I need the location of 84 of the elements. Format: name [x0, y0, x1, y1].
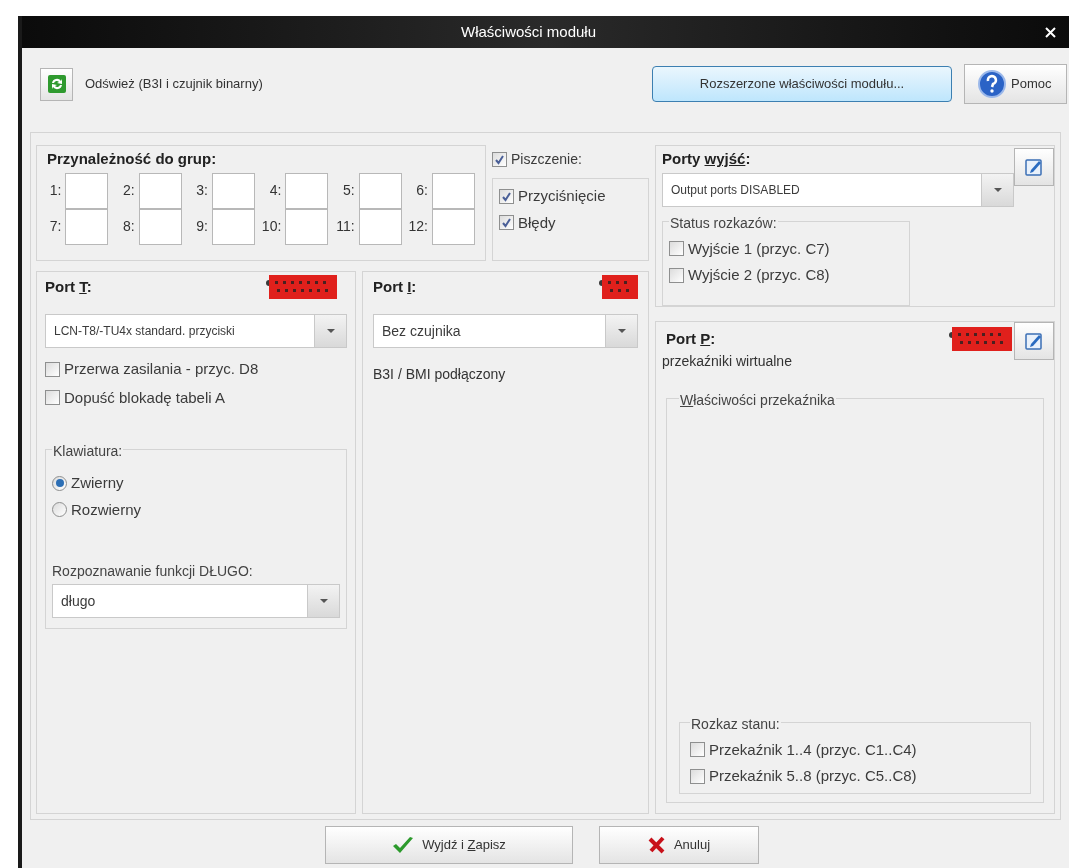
checkmark-icon [501, 190, 512, 202]
group-number-label: 4: [269, 181, 282, 200]
output-ports-title: Porty wyjść: [662, 149, 752, 169]
cancel-button[interactable]: Anuluj [599, 826, 759, 864]
dropdown-arrow-icon [993, 187, 1002, 192]
refresh-label: Odśwież (B3I i czujnik binarny) [85, 75, 263, 94]
checkbox[interactable] [690, 768, 705, 784]
checkbox[interactable] [45, 361, 60, 377]
checkbox-label: Przekaźnik 5..8 (przyc. C5..C8) [709, 766, 917, 786]
group-number-label: 10: [261, 217, 282, 236]
checkbox-label: Przyciśnięcie [518, 186, 606, 206]
cross-icon [647, 836, 666, 854]
group-number-field[interactable] [138, 172, 182, 209]
notepad-pencil-icon [1024, 157, 1044, 177]
group-number-field[interactable] [432, 172, 475, 209]
group-number-field[interactable] [432, 208, 475, 245]
port-title: Port P: [666, 329, 717, 349]
dropdown-arrow-icon [319, 599, 328, 603]
group-number-label: 5: [342, 181, 355, 200]
close-icon [1044, 26, 1056, 38]
circuit-board-icon [265, 274, 337, 300]
checkbox-label: Wyjście 2 (przyc. C8) [688, 265, 830, 285]
group-number-field[interactable] [285, 172, 329, 209]
extended-properties-button[interactable]: Rozszerzone właściwości modułu... [652, 66, 952, 102]
group-number-label: 7: [49, 217, 62, 236]
checkbox-label: Piszczenie: [511, 150, 582, 169]
circuit-board-icon [948, 326, 1012, 352]
checkbox[interactable] [499, 215, 514, 231]
group-number-field[interactable] [285, 208, 329, 245]
save-and-exit-button[interactable]: Wyjdź i Zapisz [325, 826, 573, 864]
dropdown-arrow-icon [617, 329, 626, 333]
checkmark-icon [501, 217, 512, 229]
long-press-label: Rozpoznawanie funkcji DŁUGO: [52, 562, 254, 581]
radio-label: Zwierny [71, 473, 124, 493]
group-number-field[interactable] [358, 172, 402, 209]
radio-label: Rozwierny [71, 499, 142, 520]
checkbox-label: Błędy [518, 212, 556, 233]
group-number-label: 12: [408, 217, 428, 236]
checkbox[interactable] [690, 742, 705, 758]
checkbox-label: Przerwa zasilania - przyc. D8 [64, 359, 259, 379]
checkbox[interactable] [45, 390, 60, 406]
group-number-label: 3: [196, 181, 208, 200]
checkbox-label: Przekaźnik 1..4 (przyc. C1..C4) [709, 739, 917, 760]
output-ports-select[interactable]: Output ports DISABLED [662, 172, 1014, 207]
group-number-field[interactable] [212, 208, 255, 245]
help-icon [977, 69, 1007, 99]
help-button[interactable]: Pomoc [964, 64, 1067, 104]
checkbox[interactable] [499, 188, 514, 204]
checkbox-label: Dopuść blokadę tabeli A [64, 387, 225, 408]
port-type-select[interactable]: LCN-T8/-TU4x standard. przyciski [45, 314, 347, 348]
group-number-field[interactable] [65, 172, 109, 209]
port-subtitle: przekaźniki wirtualne [662, 351, 793, 371]
group-number-field[interactable] [65, 208, 109, 245]
edit-button[interactable] [1014, 148, 1054, 186]
refresh-button[interactable] [40, 67, 73, 101]
group-title: Przynależność do grup: [47, 149, 218, 169]
window-title: Właściwości modułu [460, 21, 596, 42]
dropdown-arrow-icon [326, 329, 335, 333]
circuit-board-icon [598, 274, 638, 300]
refresh-icon [46, 74, 67, 94]
port-title: Port I: [373, 276, 417, 297]
long-press-select[interactable]: długo [52, 584, 340, 618]
group-number-label: 9: [196, 217, 208, 236]
sensor-select[interactable]: Bez czujnika [373, 314, 638, 348]
group-number-field[interactable] [212, 172, 255, 209]
group-number-field[interactable] [138, 208, 182, 245]
checkbox-label: Wyjście 1 (przyc. C7) [688, 238, 830, 259]
group-number-label: 1: [49, 181, 62, 200]
checkbox[interactable] [492, 152, 507, 167]
checkmark-icon [494, 154, 505, 165]
group-number-field[interactable] [358, 208, 402, 245]
radio-button[interactable] [52, 502, 67, 518]
group-number-label: 8: [122, 217, 135, 236]
port-title: Port T: [45, 276, 92, 297]
notepad-pencil-icon [1024, 331, 1044, 351]
edit-button[interactable] [1014, 322, 1054, 360]
checkmark-icon [392, 836, 415, 854]
group-number-label: 11: [336, 217, 355, 236]
group-number-label: 6: [416, 181, 428, 200]
checkbox[interactable] [669, 241, 684, 257]
checkbox[interactable] [669, 267, 684, 283]
sensor-status: B3I / BMI podłączony [373, 365, 507, 384]
radio-button[interactable] [52, 475, 67, 491]
group-number-label: 2: [122, 181, 135, 200]
